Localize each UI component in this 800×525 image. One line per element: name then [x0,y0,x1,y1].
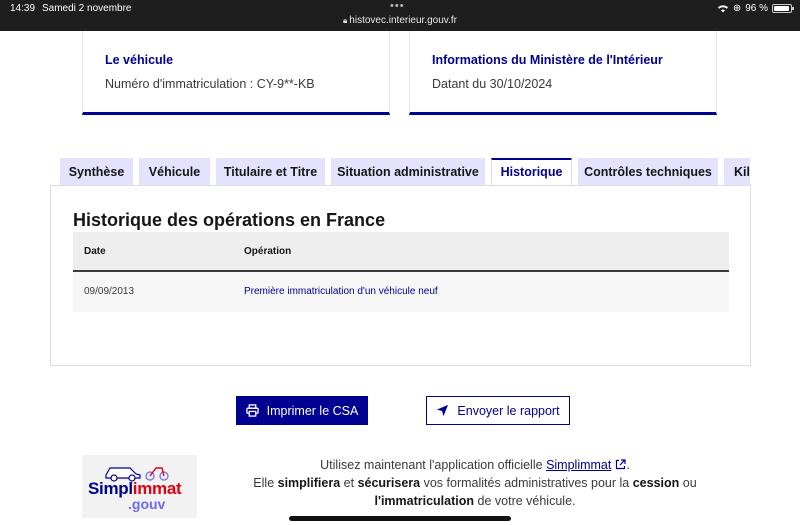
ministry-card-title: Informations du Ministère de l'Intérieur [432,53,663,67]
more-dots-icon[interactable]: ••• [390,0,405,12]
home-indicator[interactable] [289,516,511,521]
tab-controles[interactable]: Contrôles techniques [578,158,718,186]
status-bar: 14:39 Samedi 2 novembre ••• 🔒︎ histovec.i… [0,0,800,31]
vehicle-card-title: Le véhicule [105,53,174,67]
data-date: Datant du 30/10/2024 [432,77,553,91]
external-link-icon [616,459,626,470]
status-date: Samedi 2 novembre [42,3,132,14]
print-csa-button[interactable]: Imprimer le CSA [236,396,368,425]
row-date: 09/09/2013 [84,286,135,297]
send-icon [437,404,449,417]
vehicle-card: Le véhicule Numéro d'immatriculation : C… [82,31,390,115]
print-csa-label: Imprimer le CSA [266,403,359,418]
status-time: 14:39 [10,3,36,14]
simplimmat-logo[interactable]: Simplimmat .gouv [82,455,197,518]
row-operation[interactable]: Première immatriculation d'un véhicule n… [244,286,438,297]
simplimmat-link[interactable]: Simplimmat [546,458,611,472]
send-report-label: Envoyer le rapport [457,403,560,418]
history-table: Date Opération 09/09/2013 Première immat… [73,232,729,312]
table-row: 09/09/2013 Première immatriculation d'un… [73,272,729,312]
lock-icon: 🔒︎ [343,16,348,25]
tab-vehicule[interactable]: Véhicule [139,158,210,186]
tab-kilometrage[interactable]: Kilo [724,158,750,186]
history-title: Historique des opérations en France [73,210,386,230]
status-indicators: ⊕ 96 % [717,3,794,14]
orientation-lock-icon: ⊕ [732,3,742,14]
history-panel: Historique des opérations en France Date… [50,185,751,366]
wifi-icon [717,5,728,13]
tab-titulaire[interactable]: Titulaire et Titre [216,158,325,186]
ministry-card: Informations du Ministère de l'Intérieur… [409,31,717,115]
send-report-button[interactable]: Envoyer le rapport [426,396,570,425]
report-tabs: Synthèse Véhicule Titulaire et Titre Sit… [50,158,750,186]
tab-situation[interactable]: Situation administrative [331,158,485,186]
address-bar[interactable]: 🔒︎ histovec.interieur.gouv.fr [0,15,800,26]
registration-number: Numéro d'immatriculation : CY-9**-KB [105,77,315,91]
address-url: histovec.interieur.gouv.fr [349,15,457,26]
battery-percent: 96 % [745,3,768,14]
column-operation: Opération [244,246,292,257]
tab-historique[interactable]: Historique [491,158,572,186]
battery-icon [772,4,794,13]
simplimmat-logo-domain: .gouv [128,496,166,512]
column-date: Date [84,246,106,257]
tab-synthese[interactable]: Synthèse [60,158,133,186]
table-header: Date Opération [73,232,729,272]
simplimmat-promo: Utilisez maintenant l'application offici… [253,458,697,508]
printer-icon [245,404,259,417]
